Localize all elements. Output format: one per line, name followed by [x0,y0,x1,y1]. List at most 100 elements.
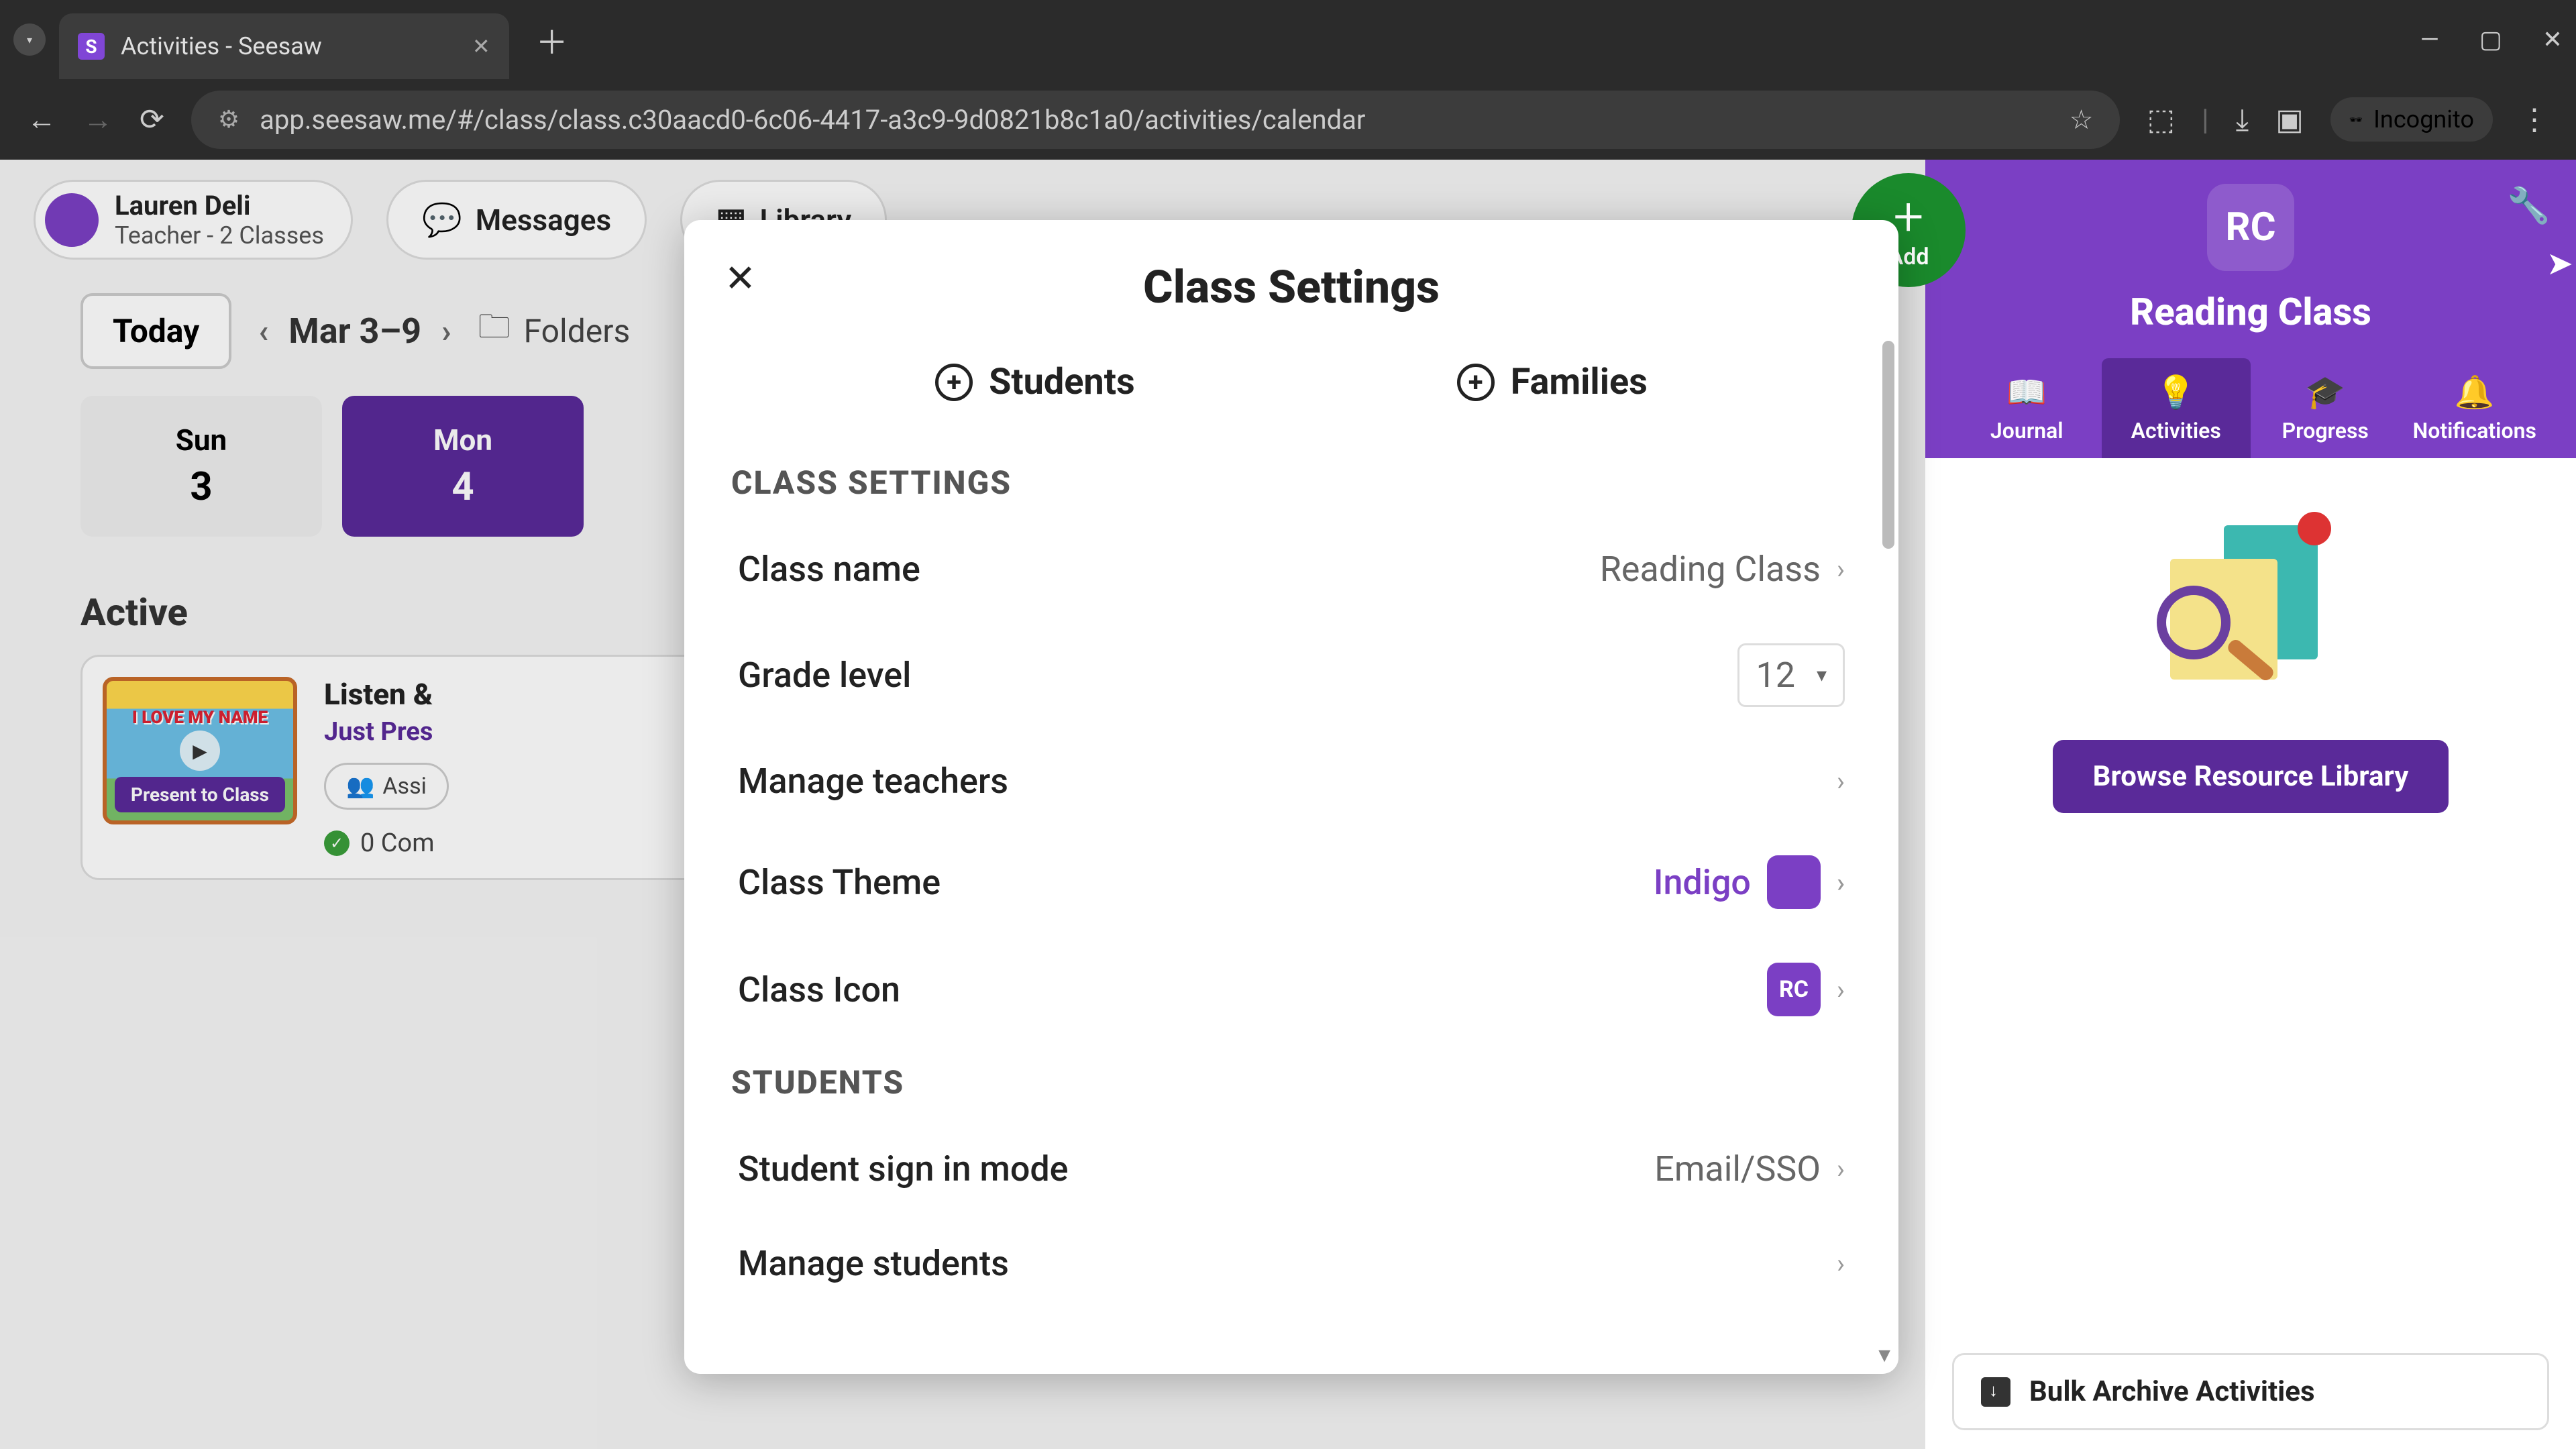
grade-select[interactable]: 12 ▾ [1737,643,1845,707]
activities-icon: 💡 [2156,373,2196,411]
bulk-archive-label: Bulk Archive Activities [2029,1375,2315,1408]
icon-swatch: RC [1767,963,1821,1016]
tab-journal[interactable]: 📖 Journal [1952,358,2102,458]
right-panel: + Add RC 🔧 Reading Class 📖 Journal 💡 Act… [1925,160,2576,1449]
setting-value: Reading Class › [1600,549,1845,590]
setting-value: › [1837,1248,1845,1279]
section-students: STUDENTS [731,1063,1851,1102]
class-settings-modal: ✕ Class Settings + Students + Families C… [684,220,1898,1374]
url-input[interactable]: ⚙ app.seesaw.me/#/class/class.c30aacd0-6… [191,91,2121,149]
setting-label: Manage teachers [738,761,1008,802]
tab-progress[interactable]: 🎓 Progress [2251,358,2400,458]
page-content: Lauren Deli Teacher - 2 Classes 💬 Messag… [0,160,2576,1449]
setting-manage-teachers[interactable]: Manage teachers › [731,734,1851,828]
reader-icon[interactable]: ▣ [2275,102,2304,137]
right-panel-header: + Add RC 🔧 Reading Class 📖 Journal 💡 Act… [1925,160,2576,458]
plus-circle-icon: + [935,364,973,401]
url-bar: ← → ⟳ ⚙ app.seesaw.me/#/class/class.c30a… [0,79,2576,160]
minimize-icon[interactable]: — [2420,25,2439,54]
theme-value: Indigo [1654,862,1751,903]
scroll-down-icon[interactable]: ▼ [1874,1344,1894,1367]
browser-tab[interactable]: S Activities - Seesaw ✕ [59,13,509,79]
modal-title: Class Settings [684,220,1898,341]
bell-icon: 🔔 [2455,373,2495,411]
incognito-badge[interactable]: 🕶 Incognito [2330,97,2493,142]
dropdown-caret-icon: ▾ [1817,663,1827,687]
setting-manage-students[interactable]: Manage students › [731,1216,1851,1311]
families-label: Families [1511,361,1648,403]
class-name-header: Reading Class [1952,290,2549,334]
class-name-value: Reading Class [1600,549,1821,590]
tab-title: Activities - Seesaw [121,32,322,60]
tab-progress-label: Progress [2282,418,2369,443]
setting-value: Email/SSO › [1654,1148,1845,1189]
archive-icon [1981,1377,2010,1407]
modal-top-buttons: + Students + Families [684,341,1898,443]
incognito-icon: 🕶 [2349,113,2363,126]
tab-journal-label: Journal [1990,418,2063,443]
chevron-right-icon: › [1837,974,1845,1006]
forward-button[interactable]: → [83,102,113,137]
setting-class-theme[interactable]: Class Theme Indigo › [731,828,1851,936]
scrollbar-thumb[interactable] [1882,341,1894,549]
reload-button[interactable]: ⟳ [140,102,164,137]
back-button[interactable]: ← [27,102,56,137]
tab-notifications-label: Notifications [2413,418,2536,443]
setting-value: › [1837,765,1845,797]
plus-circle-icon: + [1457,364,1495,401]
tab-notifications[interactable]: 🔔 Notifications [2400,358,2550,458]
bulk-archive-button[interactable]: Bulk Archive Activities [1952,1353,2549,1430]
class-icon-large[interactable]: RC [2207,184,2294,271]
browser-chrome: ▾ S Activities - Seesaw ✕ ＋ — ▢ ✕ ← → ⟳ … [0,0,2576,160]
setting-label: Grade level [738,655,911,696]
tab-activities[interactable]: 💡 Activities [2102,358,2251,458]
chevron-right-icon: › [1837,765,1845,797]
add-families-button[interactable]: + Families [1457,361,1648,403]
library-illustration [2143,512,2358,700]
menu-icon[interactable]: ⋮ [2520,102,2549,137]
right-panel-body: Browse Resource Library [1925,458,2576,1449]
setting-label: Class Icon [738,969,900,1010]
setting-value: RC › [1767,963,1845,1016]
setting-label: Class Theme [738,862,941,903]
setting-label: Manage students [738,1243,1009,1284]
close-window-icon[interactable]: ✕ [2542,25,2563,54]
setting-label: Class name [738,549,920,590]
setting-class-icon[interactable]: Class Icon RC › [731,936,1851,1043]
new-tab-button[interactable]: ＋ [536,16,568,63]
add-students-button[interactable]: + Students [935,361,1135,403]
setting-label: Student sign in mode [738,1148,1069,1189]
tab-bar: ▾ S Activities - Seesaw ✕ ＋ — ▢ ✕ [0,0,2576,79]
class-settings-icon[interactable]: 🔧 [2507,185,2551,226]
downloads-icon[interactable]: ⤓ [2236,102,2249,137]
setting-signin-mode[interactable]: Student sign in mode Email/SSO › [731,1122,1851,1216]
cursor-icon: ➤ [2546,244,2573,282]
incognito-label: Incognito [2373,105,2474,133]
maximize-icon[interactable]: ▢ [2479,25,2502,54]
tab-close-icon[interactable]: ✕ [472,34,490,59]
chevron-right-icon: › [1837,553,1845,585]
section-class-settings: CLASS SETTINGS [731,464,1851,502]
progress-icon: 🎓 [2305,373,2345,411]
journal-icon: 📖 [2006,373,2047,411]
extensions-icon[interactable]: ⬚ [2147,102,2175,137]
chevron-right-icon: › [1837,1153,1845,1185]
window-controls: — ▢ ✕ [2420,25,2563,54]
tab-search-dropdown[interactable]: ▾ [13,23,46,56]
color-swatch [1767,855,1821,909]
signin-value: Email/SSO [1654,1148,1821,1189]
chevron-right-icon: › [1837,867,1845,898]
setting-grade-level[interactable]: Grade level 12 ▾ [731,616,1851,734]
grade-value: 12 [1756,655,1794,696]
modal-close-icon[interactable]: ✕ [724,256,756,301]
browse-library-button[interactable]: Browse Resource Library [2053,740,2449,813]
setting-class-name[interactable]: Class name Reading Class › [731,522,1851,616]
site-settings-icon[interactable]: ⚙ [218,105,239,133]
url-actions: ☆ [2070,104,2094,136]
students-label: Students [989,361,1135,403]
modal-scroll-area[interactable]: CLASS SETTINGS Class name Reading Class … [684,443,1898,1374]
tab-activities-label: Activities [2131,418,2221,443]
chevron-right-icon: › [1837,1248,1845,1279]
bookmark-icon[interactable]: ☆ [2070,104,2094,136]
setting-value: Indigo › [1654,855,1845,909]
